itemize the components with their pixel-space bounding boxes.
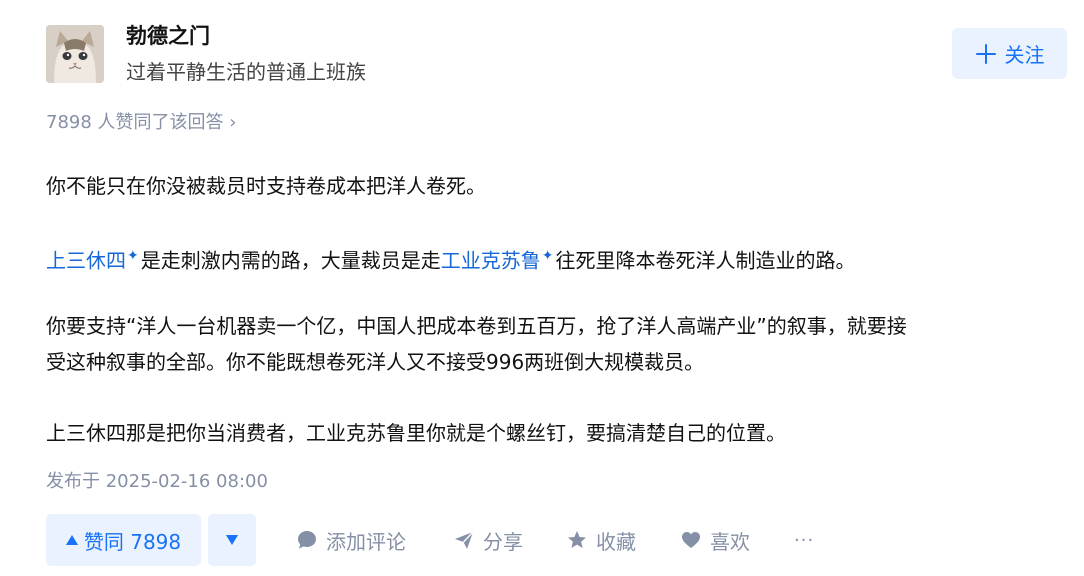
collect-label: 收藏 xyxy=(596,529,636,554)
action-bar: 赞同 7898 添加评论 分享 收藏 喜欢 ··· xyxy=(46,514,1066,566)
paragraph-2: 上三休四✦ 是走刺激内需的路，大量裁员是走工业克苏鲁✦ 往死里降本卷死洋人制造业的路… xyxy=(46,236,1056,281)
follow-button-label: 关注 xyxy=(1004,43,1045,67)
paragraph-3-line-2: 受这种叙事的全部。你不能既想卷死洋人又不接受996两班倒大规模裁员。 xyxy=(46,350,705,374)
author-bio: 过着平静生活的普通上班族 xyxy=(126,60,366,84)
share-label: 分享 xyxy=(483,529,523,554)
paragraph-4: 上三休四那是把你当消费者，工业克苏鲁里你就是个螺丝钉，要搞清楚自己的位置。 xyxy=(46,421,786,445)
votes-summary[interactable]: 7898 人赞同了该回答 › xyxy=(46,108,236,134)
plus-icon xyxy=(975,43,997,65)
vote-up-button[interactable]: 赞同 7898 xyxy=(46,514,201,566)
more-options-button[interactable]: ··· xyxy=(794,514,814,566)
triangle-down-icon xyxy=(226,535,238,545)
comment-label: 添加评论 xyxy=(326,529,406,554)
link-gongye-kesulu[interactable]: 工业克苏鲁 xyxy=(441,249,541,273)
share-icon xyxy=(455,531,474,549)
share-button[interactable]: 分享 xyxy=(453,514,523,566)
sparkle-icon: ✦ xyxy=(541,248,554,264)
avatar[interactable] xyxy=(46,25,104,83)
publish-time[interactable]: 发布于 2025-02-16 08:00 xyxy=(46,467,268,493)
like-label: 喜欢 xyxy=(710,529,750,554)
paragraph-2-text-2: 往死里降本卷死洋人制造业的路。 xyxy=(555,248,856,273)
paragraph-2-text-1: 是走刺激内需的路，大量裁员是走 xyxy=(140,248,441,273)
follow-button[interactable]: 关注 xyxy=(952,28,1067,79)
comment-button[interactable]: 添加评论 xyxy=(296,514,406,566)
star-icon xyxy=(568,531,586,548)
triangle-up-icon xyxy=(65,535,78,545)
vote-up-label: 赞同 7898 xyxy=(83,529,182,554)
cat-avatar-image xyxy=(46,25,104,83)
author-name[interactable]: 勃德之门 xyxy=(126,20,210,50)
collect-button[interactable]: 收藏 xyxy=(566,514,636,566)
comment-icon xyxy=(298,531,316,549)
vote-down-button[interactable] xyxy=(208,514,256,566)
like-button[interactable]: 喜欢 xyxy=(680,514,750,566)
paragraph-1: 你不能只在你没被裁员时支持卷成本把洋人卷死。 xyxy=(46,174,486,198)
link-shangsanxiusi[interactable]: 上三休四 xyxy=(46,249,126,273)
heart-icon xyxy=(682,532,700,548)
sparkle-icon: ✦ xyxy=(127,248,139,264)
paragraph-3-line-1: 你要支持“洋人一台机器卖一个亿，中国人把成本卷到五百万，抢了洋人高端产业”的叙事… xyxy=(46,314,907,338)
